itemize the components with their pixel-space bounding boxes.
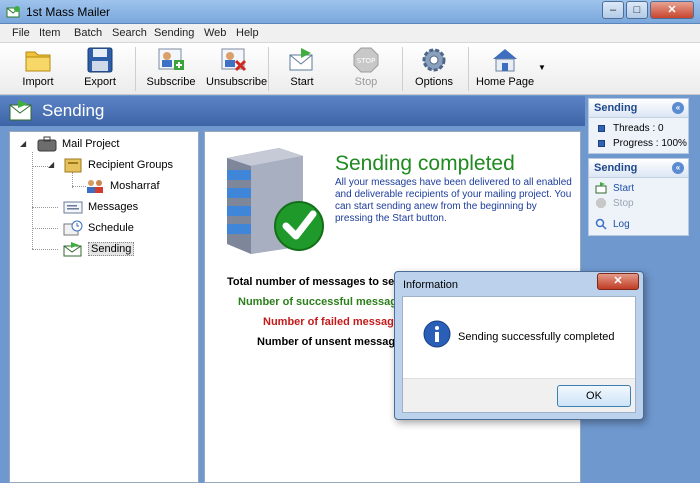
dialog-footer: OK xyxy=(403,378,635,412)
toolbar: Import Export Subscribe Unsubscribe Star… xyxy=(0,43,700,95)
sending-actions-header: Sending « xyxy=(589,159,688,178)
stop-sign-icon xyxy=(596,198,606,208)
tree-node-mail-project[interactable]: Mail Project xyxy=(36,135,119,153)
users-icon xyxy=(87,180,103,193)
sending-status-panel: Sending « Threads : 0 Progress : 100% xyxy=(588,98,689,154)
briefcase-icon xyxy=(37,136,57,152)
toolbar-separator xyxy=(402,47,403,91)
toolbar-separator xyxy=(135,47,136,91)
home-page-dropdown-icon[interactable]: ▼ xyxy=(538,63,546,72)
information-dialog: Information ✕ Sending successfully compl… xyxy=(394,271,644,420)
progress-row: Progress : 100% xyxy=(589,136,688,151)
tree-collapse-icon[interactable]: ◢ xyxy=(48,160,54,169)
window-title: 1st Mass Mailer xyxy=(26,5,111,19)
app-envelope-icon xyxy=(6,6,20,18)
server-check-icon xyxy=(227,148,324,254)
collapse-icon[interactable]: « xyxy=(672,162,684,174)
home-icon xyxy=(493,49,517,72)
side-log-link[interactable]: Log xyxy=(589,217,688,232)
stop-button[interactable]: STOP Stop xyxy=(348,46,384,92)
start-button[interactable]: Start xyxy=(284,46,320,92)
magnifier-icon xyxy=(595,218,607,230)
title-bar: 1st Mass Mailer – □ ✕ xyxy=(0,0,700,24)
sending-actions-panel: Sending « Start Stop Log xyxy=(588,158,689,236)
home-page-button[interactable]: Home Page xyxy=(476,46,534,92)
folder-icon xyxy=(25,51,51,72)
side-stop-link[interactable]: Stop xyxy=(589,196,688,211)
menu-file[interactable]: File xyxy=(12,27,30,39)
tree-node-recipient-groups[interactable]: Recipient Groups xyxy=(62,156,173,174)
messages-icon xyxy=(63,201,83,214)
stop-sign-icon: STOP xyxy=(353,47,379,73)
floppy-disk-icon xyxy=(87,47,113,73)
toolbar-separator xyxy=(468,47,469,91)
dialog-body: Sending successfully completed OK xyxy=(402,296,636,413)
stat-failed-label: Number of failed messages xyxy=(263,316,407,328)
send-envelope-icon xyxy=(595,182,607,194)
send-envelope-icon xyxy=(63,242,82,257)
address-book-icon xyxy=(64,158,82,173)
unsubscribe-user-icon xyxy=(221,48,247,72)
clock-calendar-icon xyxy=(63,220,83,236)
unsubscribe-button[interactable]: Unsubscribe xyxy=(206,46,267,92)
gear-icon xyxy=(422,48,446,72)
subscribe-user-icon xyxy=(158,48,184,70)
menu-item[interactable]: Item xyxy=(39,27,60,39)
bullet-icon xyxy=(598,140,605,147)
section-header: Sending xyxy=(0,96,585,126)
sending-envelope-icon xyxy=(9,100,32,121)
import-button[interactable]: Import xyxy=(18,46,58,92)
collapse-icon[interactable]: « xyxy=(672,102,684,114)
tree-node-mosharraf[interactable]: Mosharraf xyxy=(84,177,160,195)
tree-node-schedule[interactable]: Schedule xyxy=(62,219,134,237)
menu-sending[interactable]: Sending xyxy=(154,27,194,39)
threads-row: Threads : 0 xyxy=(589,121,688,136)
stat-total-label: Total number of messages to send xyxy=(227,276,408,288)
stat-unsent-label: Number of unsent messages xyxy=(257,336,408,348)
svg-text:STOP: STOP xyxy=(357,57,375,65)
section-title: Sending xyxy=(42,101,105,120)
stat-successful-label: Number of successful messages xyxy=(238,296,410,308)
menu-web[interactable]: Web xyxy=(204,27,226,39)
sending-status-header: Sending « xyxy=(589,99,688,118)
dialog-title: Information xyxy=(403,279,459,291)
side-start-link[interactable]: Start xyxy=(589,181,688,196)
ok-button[interactable]: OK xyxy=(557,385,631,407)
dialog-message: Sending successfully completed xyxy=(458,331,615,343)
menu-batch[interactable]: Batch xyxy=(74,27,102,39)
toolbar-separator xyxy=(268,47,269,91)
dialog-close-button[interactable]: ✕ xyxy=(597,273,639,290)
export-button[interactable]: Export xyxy=(80,46,120,92)
maximize-button[interactable]: □ xyxy=(626,1,648,19)
tree-node-messages[interactable]: Messages xyxy=(62,198,138,216)
bullet-icon xyxy=(598,125,605,132)
info-icon xyxy=(423,320,451,348)
sending-completed-description: All your messages have been delivered to… xyxy=(335,177,572,224)
tree-node-sending[interactable]: Sending xyxy=(62,240,135,258)
menu-search[interactable]: Search xyxy=(112,27,147,39)
options-button[interactable]: Options xyxy=(412,46,456,92)
sending-completed-title: Sending completed xyxy=(335,152,515,175)
tree-collapse-icon[interactable]: ◢ xyxy=(20,139,26,148)
project-tree: ◢ Mail Project ◢ Recipient Groups Moshar… xyxy=(9,131,199,483)
close-button[interactable]: ✕ xyxy=(650,1,694,19)
menu-bar: File Item Batch Search Sending Web Help xyxy=(0,24,700,43)
send-envelope-icon xyxy=(289,48,313,71)
minimize-button[interactable]: – xyxy=(602,1,624,19)
menu-help[interactable]: Help xyxy=(236,27,259,39)
subscribe-button[interactable]: Subscribe xyxy=(146,46,196,92)
